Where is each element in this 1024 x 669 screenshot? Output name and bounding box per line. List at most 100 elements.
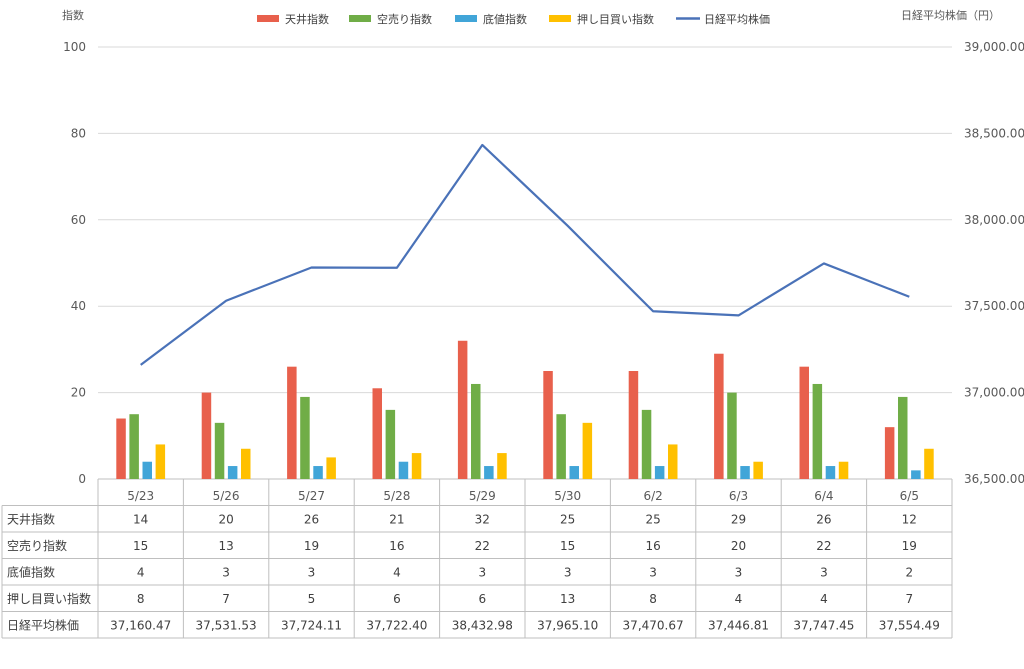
table-cell: 14 bbox=[133, 513, 148, 527]
legend-label: 日経平均株価 bbox=[704, 12, 770, 26]
bar bbox=[484, 466, 494, 479]
table-cell: 37,747.45 bbox=[793, 619, 854, 633]
table-cell: 3 bbox=[478, 566, 486, 580]
table-cell: 3 bbox=[308, 566, 316, 580]
table-cell: 12 bbox=[902, 513, 917, 527]
table-cell: 25 bbox=[645, 513, 660, 527]
left-axis-title: 指数 bbox=[62, 8, 84, 22]
table-cell: 38,432.98 bbox=[452, 619, 513, 633]
table-cell: 8 bbox=[137, 592, 145, 606]
row-header: 押し目買い指数 bbox=[7, 591, 91, 606]
bar bbox=[740, 466, 750, 479]
bar bbox=[214, 422, 225, 479]
category-label: 5/26 bbox=[213, 489, 240, 503]
right-axis-ticks: 36,500.00 37,000.00 37,500.00 38,000.00 38,5… bbox=[964, 40, 1024, 486]
table-cell: 21 bbox=[389, 513, 404, 527]
bar bbox=[543, 371, 553, 479]
bar bbox=[201, 392, 212, 479]
left-tick-label: 40 bbox=[71, 299, 86, 313]
table-cell: 16 bbox=[645, 539, 660, 553]
bar bbox=[471, 383, 481, 479]
bars bbox=[116, 340, 934, 479]
bar bbox=[628, 371, 639, 479]
bar bbox=[556, 414, 566, 479]
bar bbox=[142, 461, 152, 479]
bar bbox=[727, 392, 737, 479]
table-cell: 20 bbox=[731, 539, 746, 553]
bar bbox=[129, 414, 139, 479]
legend-swatch bbox=[349, 15, 371, 22]
bar bbox=[799, 366, 809, 479]
table-cell: 29 bbox=[731, 513, 746, 527]
left-tick-label: 60 bbox=[71, 213, 86, 227]
row-header: 日経平均株価 bbox=[7, 618, 79, 633]
table-cell: 37,160.47 bbox=[110, 619, 171, 633]
table-cell: 25 bbox=[560, 513, 575, 527]
left-tick-label: 80 bbox=[71, 126, 86, 140]
bar bbox=[116, 418, 126, 479]
table-cell: 37,965.10 bbox=[537, 619, 598, 633]
legend-label: 押し目買い指数 bbox=[577, 12, 654, 26]
bar bbox=[227, 466, 238, 479]
bar bbox=[825, 466, 836, 479]
right-tick-label: 39,000.00 bbox=[964, 40, 1024, 54]
left-tick-label: 100 bbox=[63, 40, 86, 54]
table-cell: 4 bbox=[137, 566, 145, 580]
table-cell: 15 bbox=[133, 539, 148, 553]
row-header: 底値指数 bbox=[7, 565, 55, 580]
nikkei-series-line bbox=[140, 143, 910, 366]
left-tick-label: 0 bbox=[78, 472, 86, 486]
table-cell: 3 bbox=[649, 566, 657, 580]
nikkei-index-chart: 指数 日経平均株価（円） 0 20 40 60 80 100 36,500.00 37,00… bbox=[1, 8, 1024, 639]
bar bbox=[155, 444, 166, 479]
table-cell: 19 bbox=[902, 539, 917, 553]
table-cell: 16 bbox=[389, 539, 404, 553]
table-cell: 22 bbox=[816, 539, 831, 553]
table-cell: 4 bbox=[393, 566, 401, 580]
bar bbox=[714, 353, 724, 479]
row-header: 天井指数 bbox=[7, 512, 55, 527]
table-cell: 4 bbox=[820, 592, 828, 606]
bar bbox=[411, 453, 422, 479]
bar bbox=[654, 466, 665, 479]
bar bbox=[497, 453, 507, 479]
bar bbox=[457, 340, 468, 479]
legend-label: 天井指数 bbox=[285, 12, 329, 26]
table-cell: 37,446.81 bbox=[708, 619, 769, 633]
row-header: 空売り指数 bbox=[7, 538, 67, 553]
bar bbox=[582, 422, 593, 479]
table-cell: 6 bbox=[478, 592, 486, 606]
table-cell: 5 bbox=[308, 592, 316, 606]
legend: 天井指数 空売り指数 底値指数 押し目買い指数 日経平均株価 bbox=[257, 12, 770, 26]
table-cell: 37,531.53 bbox=[196, 619, 257, 633]
right-tick-label: 38,500.00 bbox=[964, 126, 1024, 140]
table-cell: 37,724.11 bbox=[281, 619, 342, 633]
table-cell: 15 bbox=[560, 539, 575, 553]
category-label: 6/2 bbox=[643, 489, 662, 503]
bar bbox=[884, 427, 895, 479]
bar bbox=[753, 461, 763, 479]
right-tick-label: 37,000.00 bbox=[964, 386, 1024, 400]
category-label: 5/27 bbox=[298, 489, 325, 503]
legend-swatch bbox=[549, 15, 571, 22]
bar bbox=[898, 396, 908, 479]
right-tick-label: 38,000.00 bbox=[964, 213, 1024, 227]
category-label: 5/28 bbox=[383, 489, 410, 503]
bar bbox=[313, 466, 323, 479]
bar bbox=[326, 457, 336, 479]
table-cell: 26 bbox=[304, 513, 319, 527]
bar bbox=[668, 444, 678, 479]
table-cell: 13 bbox=[218, 539, 233, 553]
table-cell: 4 bbox=[735, 592, 743, 606]
bar bbox=[398, 461, 409, 479]
category-label: 6/4 bbox=[814, 489, 833, 503]
right-axis-title: 日経平均株価（円） bbox=[901, 8, 1000, 22]
bar bbox=[838, 461, 849, 479]
table-cell: 37,722.40 bbox=[366, 619, 427, 633]
table-cell: 26 bbox=[816, 513, 831, 527]
legend-label: 空売り指数 bbox=[377, 12, 432, 26]
table-cell: 7 bbox=[222, 592, 230, 606]
category-label: 5/30 bbox=[554, 489, 581, 503]
bar bbox=[569, 466, 579, 479]
legend-swatch bbox=[455, 15, 477, 22]
